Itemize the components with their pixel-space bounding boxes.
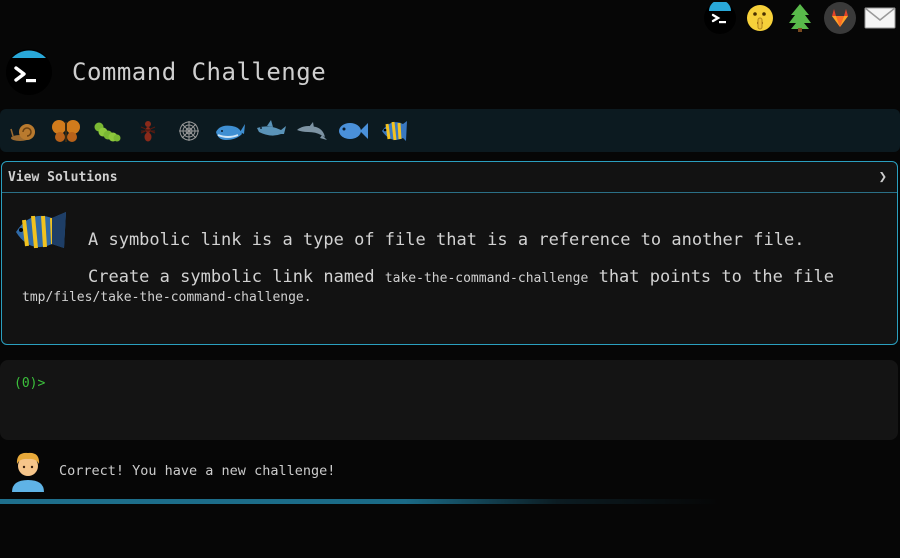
header: Command Challenge [6,46,326,98]
ant-icon[interactable] [129,112,166,149]
logo-icon[interactable] [6,49,52,95]
tropical-fish-icon [16,212,66,249]
target-path: tmp/files/take-the-command-challenge [22,290,304,305]
snail-icon[interactable] [6,112,43,149]
level-bar [0,109,900,152]
terminal-icon[interactable] [704,2,736,34]
fish-icon[interactable] [334,112,371,149]
terminal-prompt: (0)> [14,376,46,391]
page-title: Command Challenge [72,58,327,86]
dolphin-icon[interactable] [293,112,330,149]
progress-bar [0,499,900,504]
butterfly-icon[interactable] [47,112,84,149]
shark-icon[interactable] [252,112,289,149]
task-suffix: . [303,290,312,305]
caterpillar-icon[interactable] [88,112,125,149]
whale-icon[interactable] [211,112,248,149]
challenge-target: tmp/files/take-the-command-challenge. [22,290,312,305]
tree-icon[interactable] [784,2,816,34]
feedback-message: Correct! You have a new challenge! [59,463,336,479]
terminal[interactable]: (0)> [0,360,898,440]
challenge-task: Create a symbolic link named take-the-co… [88,267,834,287]
top-nav [704,0,896,36]
view-solutions-toggle[interactable]: View Solutions ❯ [2,162,897,193]
avatar [12,452,44,492]
task-middle: that points to the file [598,267,834,287]
challenge-panel: View Solutions ❯ A symbolic link is a ty… [1,161,898,345]
view-solutions-label: View Solutions [8,169,118,185]
chevron-right-icon: ❯ [878,169,887,185]
shushing-face-icon[interactable] [744,2,776,34]
feedback: Correct! You have a new challenge! [10,450,335,492]
challenge-intro: A symbolic link is a type of file that i… [88,230,805,250]
terminal-input[interactable] [54,376,855,391]
tropical-fish-icon[interactable] [375,112,412,149]
mail-icon[interactable] [864,2,896,34]
spider-web-icon[interactable] [170,112,207,149]
task-prefix: Create a symbolic link named [88,267,375,287]
gitlab-icon[interactable] [824,2,856,34]
link-name: take-the-command-challenge [384,271,589,286]
